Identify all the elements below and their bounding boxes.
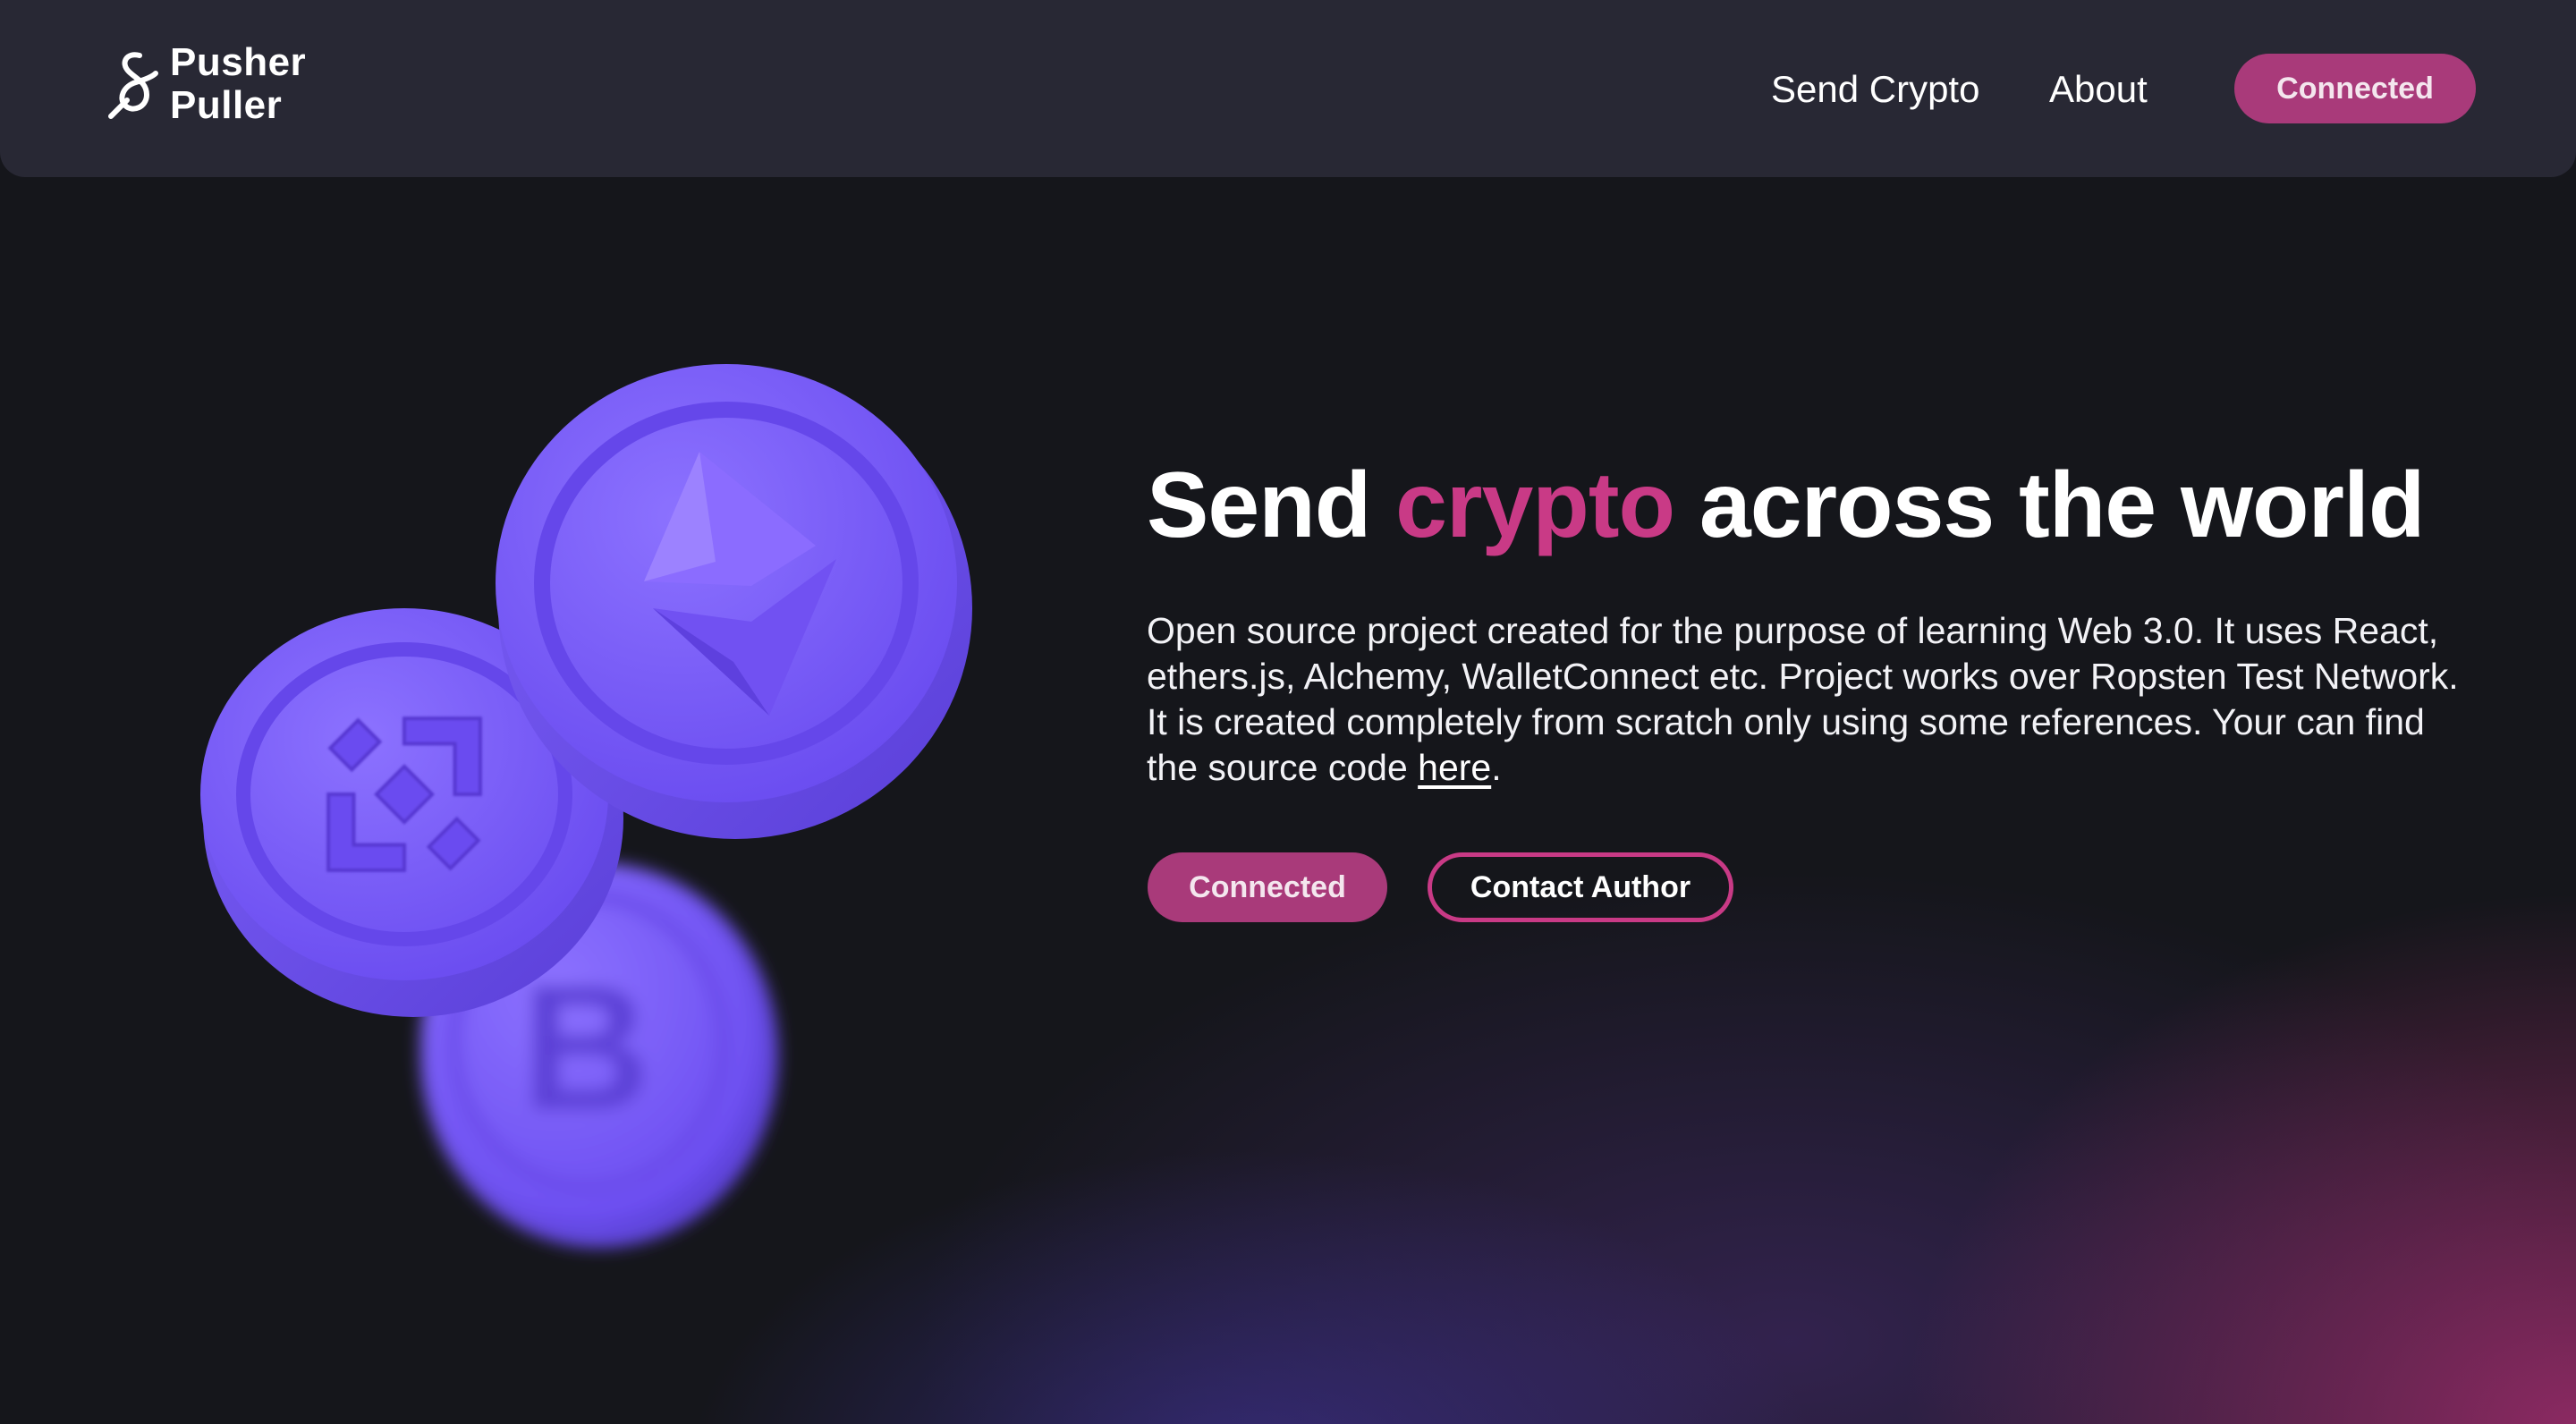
hero-connected-button[interactable]: Connected bbox=[1148, 852, 1387, 922]
ethereum-coin-icon bbox=[496, 364, 972, 839]
header-connected-button[interactable]: Connected bbox=[2234, 54, 2476, 123]
crypto-coins-illustration: B bbox=[200, 364, 972, 1248]
headline-accent: crypto bbox=[1395, 453, 1675, 557]
logo-line-2: Puller bbox=[170, 83, 283, 127]
page: Pusher Puller Send Crypto About Connecte… bbox=[0, 0, 2576, 1424]
contact-author-button[interactable]: Contact Author bbox=[1428, 852, 1733, 922]
logo-line-1: Pusher bbox=[170, 40, 307, 84]
logo-text: Pusher Puller bbox=[170, 41, 306, 127]
nav-about-link[interactable]: About bbox=[2049, 68, 2148, 111]
description-end: . bbox=[1491, 747, 1502, 788]
hero-headline: Send crypto across the world bbox=[1147, 447, 2425, 564]
nav-send-crypto-link[interactable]: Send Crypto bbox=[1771, 68, 1979, 111]
logo-icon bbox=[108, 52, 158, 119]
logo[interactable]: Pusher Puller bbox=[106, 41, 306, 127]
top-navbar: Pusher Puller Send Crypto About Connecte… bbox=[0, 0, 2576, 177]
hero-description: Open source project created for the purp… bbox=[1147, 608, 2470, 791]
headline-part-2: across the world bbox=[1674, 453, 2425, 557]
source-code-link[interactable]: here bbox=[1418, 747, 1491, 788]
description-text: Open source project created for the purp… bbox=[1147, 610, 2459, 788]
headline-part-1: Send bbox=[1147, 453, 1396, 557]
svg-text:B: B bbox=[521, 948, 650, 1148]
